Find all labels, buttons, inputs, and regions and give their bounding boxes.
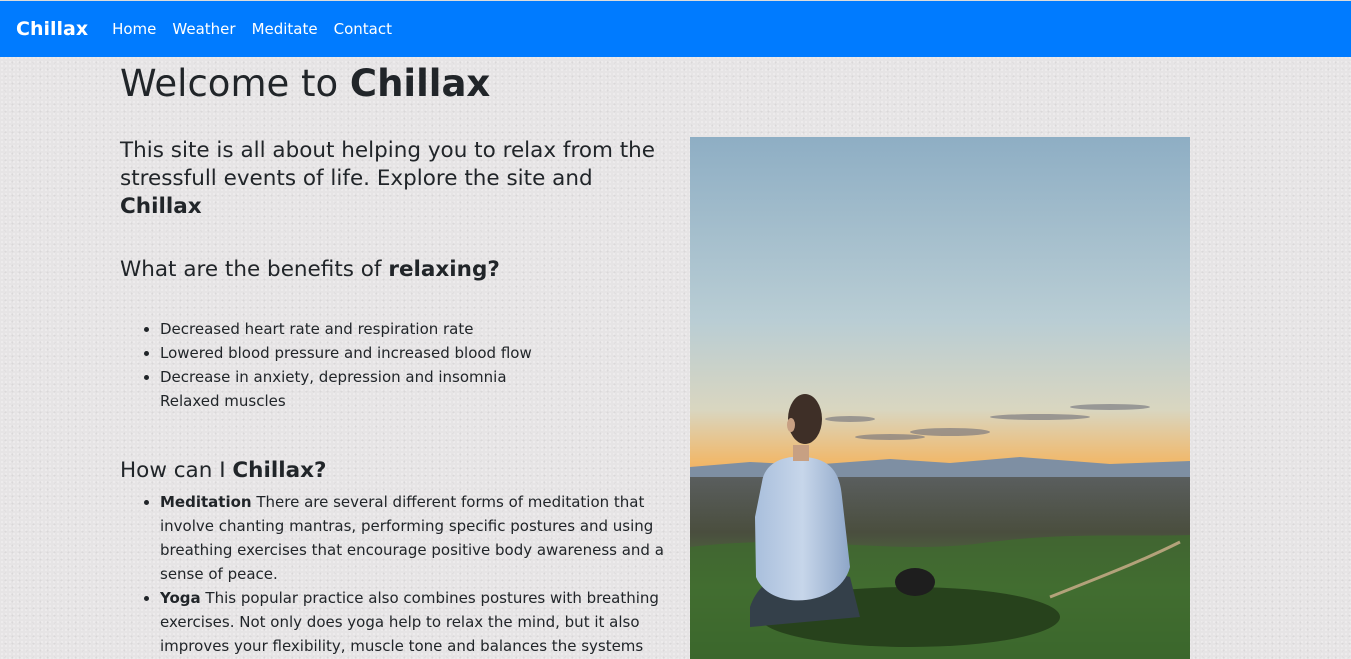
main-content: Welcome to Chillax This site is all abou…	[120, 57, 1190, 659]
brand-link[interactable]: Chillax	[16, 18, 88, 40]
page-title-bold: Chillax	[349, 62, 491, 105]
how-item-term: Yoga	[160, 589, 201, 607]
torso-shape	[755, 456, 850, 601]
top-navbar: Chillax Home Weather Meditate Contact	[0, 0, 1351, 57]
benefits-heading-bold: relaxing?	[388, 257, 500, 282]
page-title-prefix: Welcome to	[120, 62, 350, 105]
how-heading: How can I Chillax?	[120, 457, 670, 485]
benefits-list: Decreased heart rate and respiration rat…	[120, 317, 670, 413]
benefits-heading: What are the benefits of relaxing?	[120, 256, 670, 284]
ear-shape	[787, 418, 795, 432]
benefit-item: Decreased heart rate and respiration rat…	[160, 317, 670, 341]
nav-link-weather[interactable]: Weather	[172, 20, 235, 38]
how-item-meditation: Meditation There are several different f…	[160, 490, 670, 586]
how-item-text: This popular practice also combines post…	[160, 589, 659, 655]
benefits-heading-prefix: What are the benefits of	[120, 257, 389, 282]
how-heading-bold: Chillax?	[232, 458, 327, 483]
how-list: Meditation There are several different f…	[120, 490, 670, 659]
how-heading-prefix: How can I	[120, 458, 233, 483]
page-title: Welcome to Chillax	[120, 62, 1190, 106]
text-column: This site is all about helping you to re…	[120, 137, 670, 659]
meditation-photo	[690, 137, 1190, 659]
nav-link-home[interactable]: Home	[112, 20, 156, 38]
head-shape	[788, 394, 822, 444]
intro-bold: Chillax	[120, 194, 202, 219]
how-item-term: Meditation	[160, 493, 252, 511]
backpack-shape	[895, 568, 935, 596]
benefit-item: Lowered blood pressure and increased blo…	[160, 341, 670, 365]
intro-paragraph: This site is all about helping you to re…	[120, 137, 670, 221]
meditation-photo-svg	[690, 137, 1190, 659]
how-item-yoga: Yoga This popular practice also combines…	[160, 586, 670, 659]
intro-text: This site is all about helping you to re…	[120, 138, 656, 191]
benefit-item: Relaxed muscles	[160, 392, 286, 410]
nav-link-meditate[interactable]: Meditate	[252, 20, 318, 38]
neck-shape	[793, 445, 809, 461]
benefit-item: Decrease in anxiety, depression and inso…	[160, 365, 670, 389]
nav-link-contact[interactable]: Contact	[334, 20, 392, 38]
